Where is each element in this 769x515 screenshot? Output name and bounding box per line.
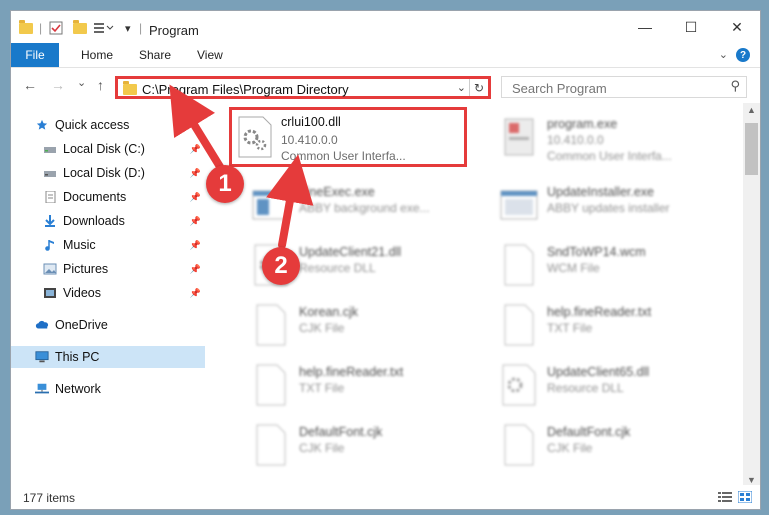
arrow-to-dll-file [266, 154, 314, 249]
arrow-to-address-bar [169, 84, 226, 174]
callout-step-2: 2 [262, 247, 300, 285]
callout-step-1: 1 [206, 165, 244, 203]
annotation-arrows [169, 84, 314, 249]
